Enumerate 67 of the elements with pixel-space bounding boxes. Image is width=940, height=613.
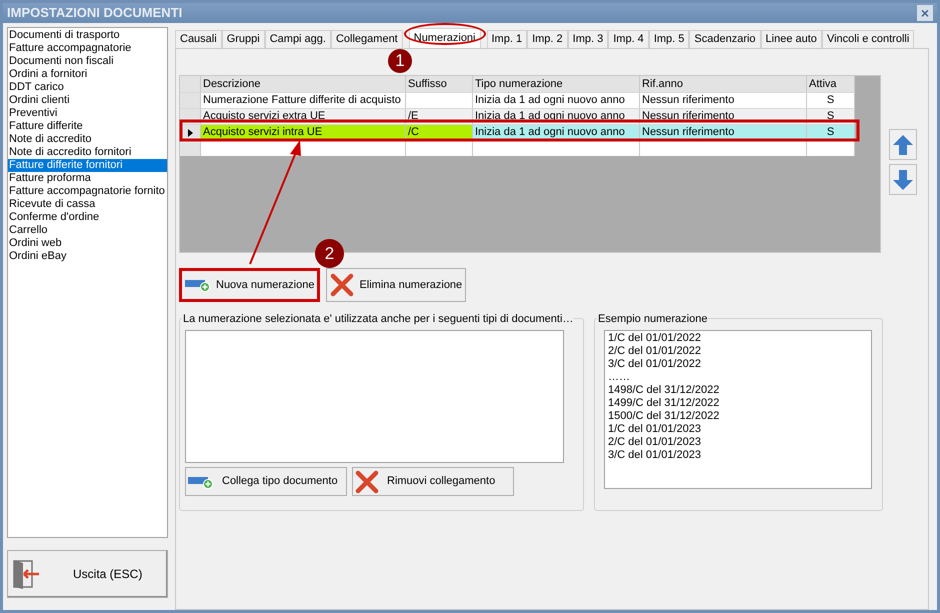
table-cell: /C — [406, 125, 473, 140]
remove-link-button[interactable]: Rimuovi collegamento — [352, 467, 514, 496]
table-cell: Inizia da 1 ad ogni nuovo anno — [473, 125, 640, 140]
example-line: 1498/C del 31/12/2022 — [608, 384, 720, 397]
tab[interactable]: Campi agg. — [264, 30, 331, 48]
window-title: IMPOSTAZIONI DOCUMENTI — [7, 4, 182, 22]
table-cell: Acquisto servizi intra UE — [201, 125, 406, 140]
document-type-item[interactable]: Ordini eBay — [8, 250, 167, 263]
delete-x-icon — [355, 470, 379, 494]
link-document-button[interactable]: Collega tipo documento — [185, 467, 347, 496]
tab[interactable]: Collegament — [330, 30, 403, 48]
tab[interactable]: Gruppi — [222, 30, 265, 48]
tab[interactable]: Imp. 1 — [486, 30, 528, 48]
example-line: 1/C del 01/01/2022 — [608, 332, 702, 345]
document-type-item[interactable]: Conferme d'ordine — [8, 211, 167, 224]
arrow-up-icon — [892, 134, 914, 156]
close-button[interactable]: × — [917, 5, 933, 21]
example-line: 1499/C del 31/12/2022 — [608, 397, 720, 410]
document-type-item[interactable]: Ordini clienti — [8, 94, 167, 107]
table-cell: Nessun riferimento — [640, 125, 807, 140]
example-line: 3/C del 01/01/2023 — [608, 449, 702, 462]
row-header-cell[interactable] — [180, 93, 201, 108]
example-line: 1/C del 01/01/2023 — [608, 423, 702, 436]
group-legend: Esempio numerazione — [597, 311, 708, 328]
group-legend: La numerazione selezionata e' utilizzata anche per i seguenti tipi di documenti… — [182, 311, 574, 328]
document-type-item[interactable]: Fatture proforma — [8, 172, 167, 185]
document-type-item[interactable]: Fatture differite fornitori — [8, 159, 167, 172]
move-down-button[interactable] — [889, 164, 917, 195]
add-icon — [188, 474, 214, 488]
document-type-item[interactable]: Documenti non fiscali — [8, 55, 167, 68]
delete-numbering-button[interactable]: Elimina numerazione — [326, 268, 466, 302]
tab[interactable]: Numerazioni — [408, 28, 480, 48]
move-up-button[interactable] — [889, 129, 917, 160]
document-type-item[interactable]: Note di accredito fornitori — [8, 146, 167, 159]
table-cell: S — [807, 125, 855, 140]
example-line: 2/C del 01/01/2023 — [608, 436, 702, 449]
example-line: 1500/C del 31/12/2022 — [608, 410, 720, 423]
delete-x-icon — [330, 273, 354, 297]
document-type-item[interactable]: Fatture differite — [8, 120, 167, 133]
document-type-item[interactable]: Preventivi — [8, 107, 167, 120]
tab[interactable]: Scadenzario — [689, 30, 761, 48]
tab[interactable]: Imp. 3 — [568, 30, 608, 48]
document-type-item[interactable]: Ordini a fornitori — [8, 68, 167, 81]
new-numbering-button[interactable]: Nuova numerazione — [179, 268, 320, 302]
example-line: …… — [608, 371, 631, 384]
exit-button[interactable]: Uscita (ESC) — [7, 550, 168, 598]
document-type-item[interactable]: Ordini web — [8, 237, 167, 250]
document-type-item[interactable]: Documenti di trasporto — [8, 29, 167, 42]
exit-door-icon — [11, 558, 41, 590]
arrow-down-icon — [892, 168, 914, 190]
document-type-item[interactable]: Carrello — [8, 224, 167, 237]
tab[interactable]: Linee auto — [760, 30, 822, 48]
document-type-item[interactable]: DDT carico — [8, 81, 167, 94]
tab[interactable]: Imp. 5 — [648, 30, 690, 48]
add-icon — [185, 278, 211, 292]
tab[interactable]: Causali — [175, 30, 222, 48]
document-type-item[interactable]: Fatture accompagnatorie — [8, 42, 167, 55]
row-pointer-icon — [188, 128, 192, 136]
tab[interactable]: Imp. 4 — [608, 30, 649, 48]
document-type-item[interactable]: Note di accredito — [8, 133, 167, 146]
document-type-item[interactable]: Fatture accompagnatorie fornito — [8, 185, 167, 198]
tab[interactable]: Imp. 2 — [527, 30, 568, 48]
tab[interactable]: Vincoli e controlli — [822, 30, 914, 48]
example-line: 3/C del 01/01/2022 — [608, 358, 702, 371]
row-header-cell[interactable] — [180, 141, 201, 156]
example-line: 2/C del 01/01/2022 — [608, 345, 702, 358]
document-type-item[interactable]: Ricevute di cassa — [8, 198, 167, 211]
